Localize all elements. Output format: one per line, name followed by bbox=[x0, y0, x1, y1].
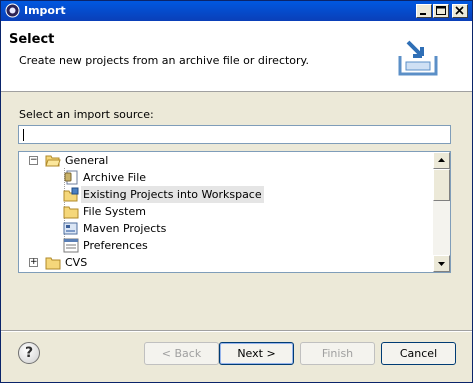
archive-file-icon bbox=[64, 170, 78, 185]
help-button[interactable]: ? bbox=[18, 342, 40, 364]
folder-icon bbox=[63, 206, 79, 219]
tree-item-general[interactable]: − General bbox=[19, 152, 429, 169]
folder-icon bbox=[45, 257, 61, 270]
eclipse-icon bbox=[5, 3, 20, 18]
collapse-toggle[interactable]: − bbox=[29, 156, 38, 165]
finish-button-label: Finish bbox=[321, 347, 354, 360]
tree-item-maven-projects[interactable]: Maven Projects bbox=[19, 220, 429, 237]
tree-item-preferences[interactable]: Preferences bbox=[19, 237, 429, 254]
close-window-button[interactable] bbox=[452, 4, 468, 18]
arrow-down-icon bbox=[438, 262, 445, 266]
minimize-button[interactable] bbox=[416, 4, 432, 18]
tree-item-label: Existing Projects into Workspace bbox=[81, 186, 264, 203]
scroll-down-button[interactable] bbox=[433, 255, 450, 272]
wizard-header: Select Create new projects from an archi… bbox=[1, 21, 472, 92]
back-button[interactable]: < Back bbox=[144, 342, 219, 365]
arrow-up-icon bbox=[438, 158, 445, 162]
maximize-icon bbox=[436, 6, 446, 15]
tree-item-label: Preferences bbox=[83, 239, 148, 252]
title-bar[interactable]: Import bbox=[1, 1, 472, 21]
window-title: Import bbox=[24, 4, 66, 17]
preferences-icon bbox=[63, 238, 79, 253]
tree-item-archive-file[interactable]: Archive File bbox=[19, 169, 429, 186]
existing-projects-icon bbox=[63, 187, 79, 202]
next-button[interactable]: Next > bbox=[219, 342, 294, 365]
minimize-icon bbox=[420, 13, 426, 15]
tree-item-label: Archive File bbox=[83, 171, 147, 184]
folder-open-icon bbox=[45, 155, 61, 167]
tree-item-label: File System bbox=[83, 205, 146, 218]
back-button-label: < Back bbox=[161, 347, 202, 360]
maximize-button[interactable] bbox=[433, 4, 449, 18]
page-title: Select bbox=[9, 32, 55, 47]
expand-toggle[interactable]: + bbox=[29, 258, 38, 267]
tree-item-file-system[interactable]: File System bbox=[19, 203, 429, 220]
import-source-label: Select an import source: bbox=[19, 108, 154, 121]
tree-item-label: General bbox=[65, 154, 109, 167]
text-caret bbox=[23, 129, 24, 141]
scroll-thumb[interactable] bbox=[433, 169, 450, 201]
import-wizard-icon bbox=[398, 40, 438, 76]
import-source-filter-input[interactable] bbox=[18, 125, 451, 144]
maven-projects-icon bbox=[63, 222, 78, 235]
scroll-up-button[interactable] bbox=[433, 152, 450, 169]
cancel-button[interactable]: Cancel bbox=[381, 342, 456, 365]
tree-item-cvs[interactable]: + CVS bbox=[19, 254, 429, 271]
import-dialog: Import Select Create new projects from a… bbox=[0, 0, 473, 383]
footer-separator bbox=[1, 330, 472, 332]
tree-item-existing-projects[interactable]: Existing Projects into Workspace bbox=[19, 186, 429, 203]
close-icon bbox=[455, 6, 464, 15]
finish-button[interactable]: Finish bbox=[300, 342, 375, 365]
import-source-tree[interactable]: − General Archive File Existing Projects… bbox=[18, 151, 451, 273]
tree-item-label: CVS bbox=[65, 256, 88, 269]
tree-vertical-scrollbar[interactable] bbox=[433, 152, 450, 272]
cancel-button-label: Cancel bbox=[399, 347, 438, 360]
tree-item-label: Maven Projects bbox=[83, 222, 167, 235]
next-button-label: Next > bbox=[237, 347, 276, 360]
page-description: Create new projects from an archive file… bbox=[19, 54, 309, 67]
help-icon: ? bbox=[24, 345, 34, 361]
